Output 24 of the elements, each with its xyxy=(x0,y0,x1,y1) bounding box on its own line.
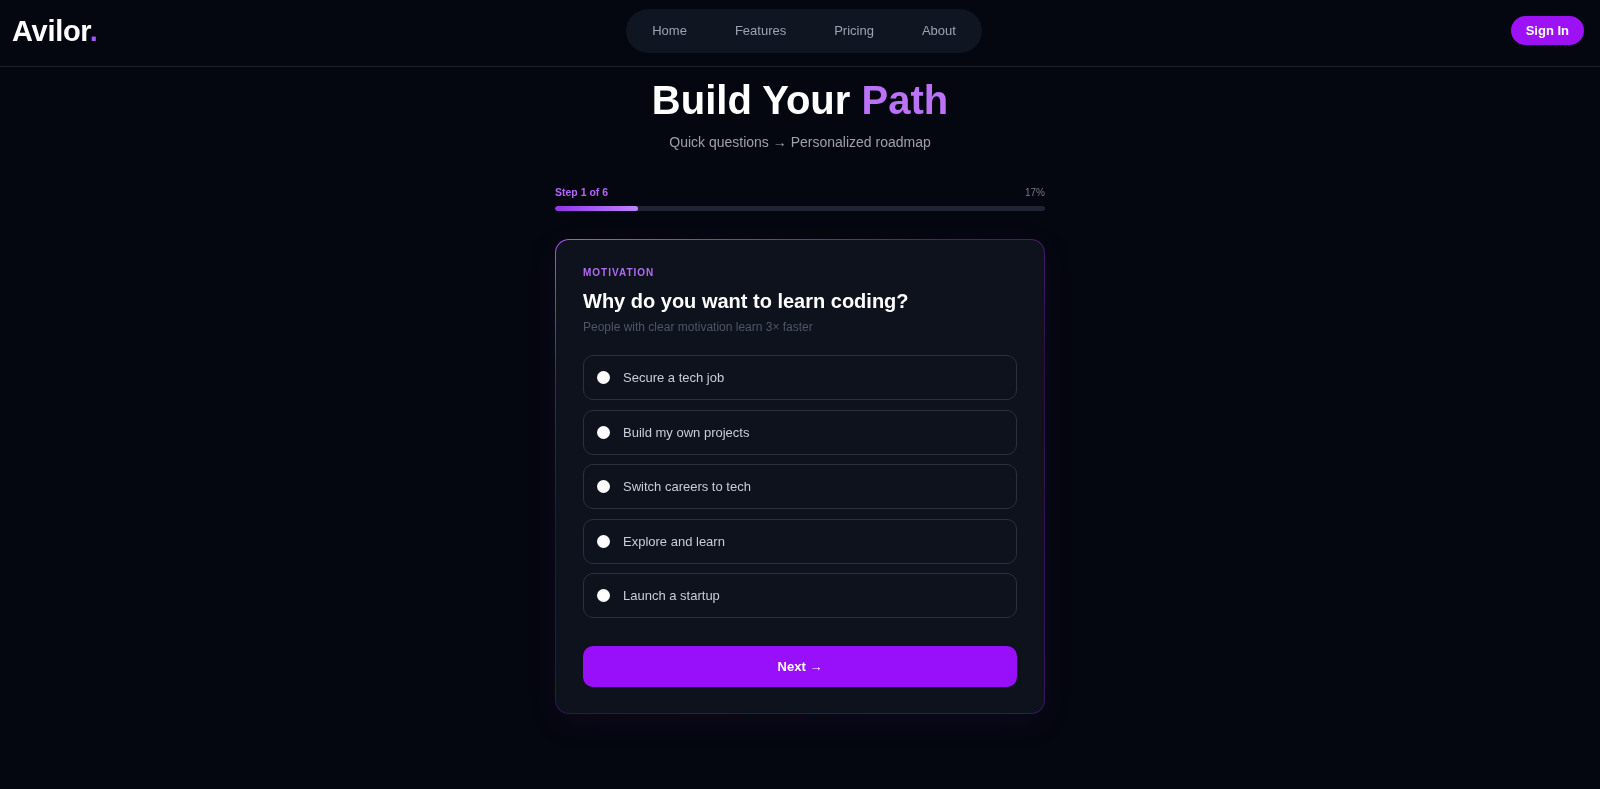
nav-link[interactable]: Home xyxy=(628,21,711,40)
next-button[interactable]: Next → xyxy=(583,646,1017,687)
question-title: Why do you want to learn coding? xyxy=(583,289,910,314)
answer-option[interactable]: Explore and learn xyxy=(583,518,1017,564)
nav-link[interactable]: Features xyxy=(710,21,811,40)
radio-button[interactable] xyxy=(597,480,610,493)
question-category: MOTIVATION xyxy=(583,267,656,279)
radio-button[interactable] xyxy=(597,371,610,384)
step-label: Step 1 of 6 xyxy=(555,186,609,198)
page-subtitle: Quick questions → Personalized roadmap xyxy=(669,133,931,152)
radio-button[interactable] xyxy=(597,589,610,602)
page-title: Build Your Path xyxy=(651,77,949,124)
logo[interactable]: Avilor. xyxy=(12,13,98,48)
nav-link[interactable]: Pricing xyxy=(810,21,898,40)
sign-in-button[interactable]: Sign In xyxy=(1510,16,1584,45)
radio-button[interactable] xyxy=(597,534,610,548)
progress-percent: 17% xyxy=(1025,186,1045,198)
nav-link[interactable]: About xyxy=(897,21,980,40)
radio-button[interactable] xyxy=(597,425,610,439)
question-hint: People with clear motivation learn 3× faster xyxy=(583,319,814,335)
answer-option[interactable]: Switch careers to tech xyxy=(583,464,1017,509)
answer-option[interactable]: Launch a startup xyxy=(583,573,1017,618)
answer-option[interactable]: Secure a tech job xyxy=(583,355,1017,400)
answer-option[interactable]: Build my own projects xyxy=(583,409,1017,455)
